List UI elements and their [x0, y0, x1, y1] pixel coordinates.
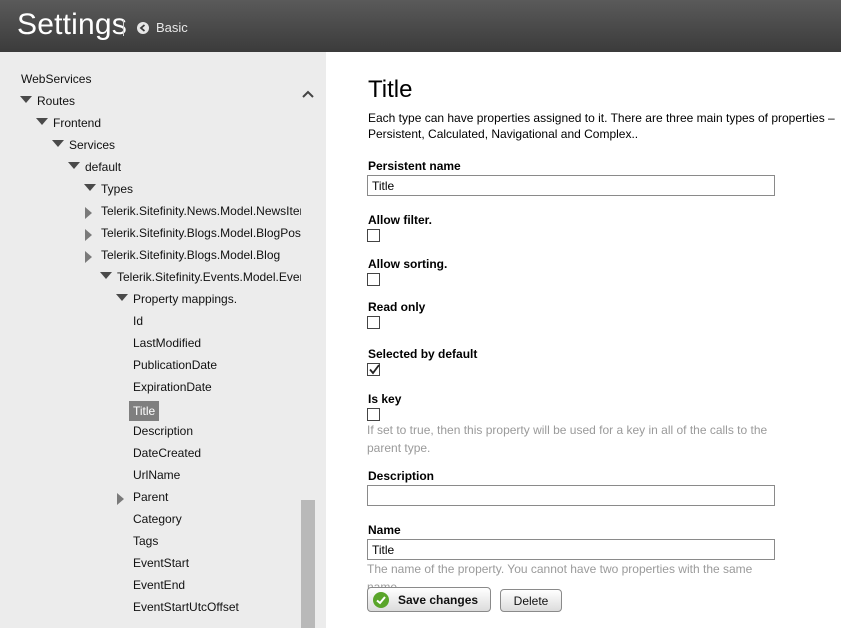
property-heading: Title [368, 76, 413, 103]
persistent-name-label: Persistent name [368, 159, 461, 173]
delete-label: Delete [513, 594, 549, 608]
read-only-label: Read only [368, 300, 426, 314]
tree-node[interactable]: Routes [37, 93, 75, 109]
tree-node[interactable]: EventStartUtcOffset [133, 599, 239, 615]
is-key-label: Is key [368, 392, 402, 406]
tree-node[interactable]: LastModified [133, 335, 201, 351]
is-key-hint: If set to true, then this property will … [367, 423, 768, 455]
tree-node[interactable]: EventEnd [133, 577, 185, 593]
tree-node[interactable]: Types [101, 181, 133, 197]
expanded-arrow-icon[interactable] [100, 272, 112, 279]
header-bar: Settings Basic [0, 0, 841, 52]
property-editor: Title Each type can have properties assi… [326, 52, 841, 628]
expanded-arrow-icon[interactable] [84, 184, 96, 191]
selected-by-default-checkbox[interactable] [367, 363, 380, 376]
tree-node[interactable]: Category [133, 511, 182, 527]
tree-node[interactable]: EventStart [133, 555, 189, 571]
save-changes-label: Save changes [398, 593, 479, 607]
collapsed-arrow-icon[interactable] [85, 251, 92, 263]
tree-node[interactable]: Property mappings. [133, 291, 237, 307]
tree-node[interactable]: DateCreated [133, 445, 201, 461]
settings-tree-panel: WebServices Routes Frontend Services default… [0, 52, 326, 628]
tree-node[interactable]: Title [129, 401, 160, 421]
collapsed-arrow-icon[interactable] [117, 493, 124, 505]
delete-button[interactable]: Delete [500, 589, 562, 612]
tree-scrollbar[interactable] [301, 500, 315, 628]
expanded-arrow-icon[interactable] [36, 118, 48, 125]
expanded-arrow-icon[interactable] [52, 140, 64, 147]
check-circle-icon [373, 592, 389, 608]
tree-node[interactable]: WebServices [21, 71, 91, 87]
tree-node[interactable]: PublicationDate [133, 357, 217, 373]
name-label: Name [368, 523, 401, 537]
header-divider [123, 19, 124, 36]
expanded-arrow-icon[interactable] [20, 96, 32, 103]
basic-link[interactable]: Basic [156, 20, 188, 35]
tree-node[interactable]: Telerik.Sitefinity.Events.Model.Event [117, 269, 301, 285]
description-label: Description [368, 469, 435, 483]
tree-node[interactable]: Id [133, 313, 143, 329]
tree-node[interactable]: Telerik.Sitefinity.Blogs.Model.Blog [101, 247, 280, 263]
tree-node[interactable]: UrlName [133, 467, 180, 483]
tree-node[interactable]: Frontend [53, 115, 101, 131]
tree-node[interactable]: Telerik.Sitefinity.News.Model.NewsItem [101, 203, 301, 219]
allow-filter-checkbox[interactable] [367, 229, 380, 242]
tree-node[interactable]: default [85, 159, 121, 175]
tree-node[interactable]: ExpirationDate [133, 379, 212, 395]
save-changes-button[interactable]: Save changes [367, 587, 491, 612]
tree-node[interactable]: Description [133, 423, 193, 439]
back-arrow-icon[interactable] [137, 22, 149, 34]
expanded-arrow-icon[interactable] [116, 294, 128, 301]
collapsed-arrow-icon[interactable] [85, 207, 92, 219]
allow-filter-label: Allow filter. [368, 213, 433, 227]
name-input[interactable]: Title [367, 539, 775, 560]
description-input[interactable] [367, 485, 775, 506]
read-only-checkbox[interactable] [367, 316, 380, 329]
page-title: Settings [17, 8, 127, 41]
settings-tree: WebServices Routes Frontend Services default… [0, 52, 301, 628]
tree-node[interactable]: Telerik.Sitefinity.Blogs.Model.BlogPost [101, 225, 301, 241]
tree-node[interactable]: Services [69, 137, 115, 153]
property-intro: Each type can have properties assigned t… [368, 111, 835, 141]
expanded-arrow-icon[interactable] [68, 162, 80, 169]
collapse-up-icon[interactable] [301, 86, 315, 104]
is-key-checkbox[interactable] [367, 408, 380, 421]
selected-by-default-label: Selected by default [368, 347, 478, 361]
tree-node[interactable]: Tags [133, 533, 158, 549]
tree-node[interactable]: Parent [133, 489, 168, 505]
allow-sorting-checkbox[interactable] [367, 273, 380, 286]
collapsed-arrow-icon[interactable] [85, 229, 92, 241]
checkmark-icon [369, 364, 380, 375]
persistent-name-input[interactable]: Title [367, 175, 775, 196]
allow-sorting-label: Allow sorting. [368, 257, 448, 271]
